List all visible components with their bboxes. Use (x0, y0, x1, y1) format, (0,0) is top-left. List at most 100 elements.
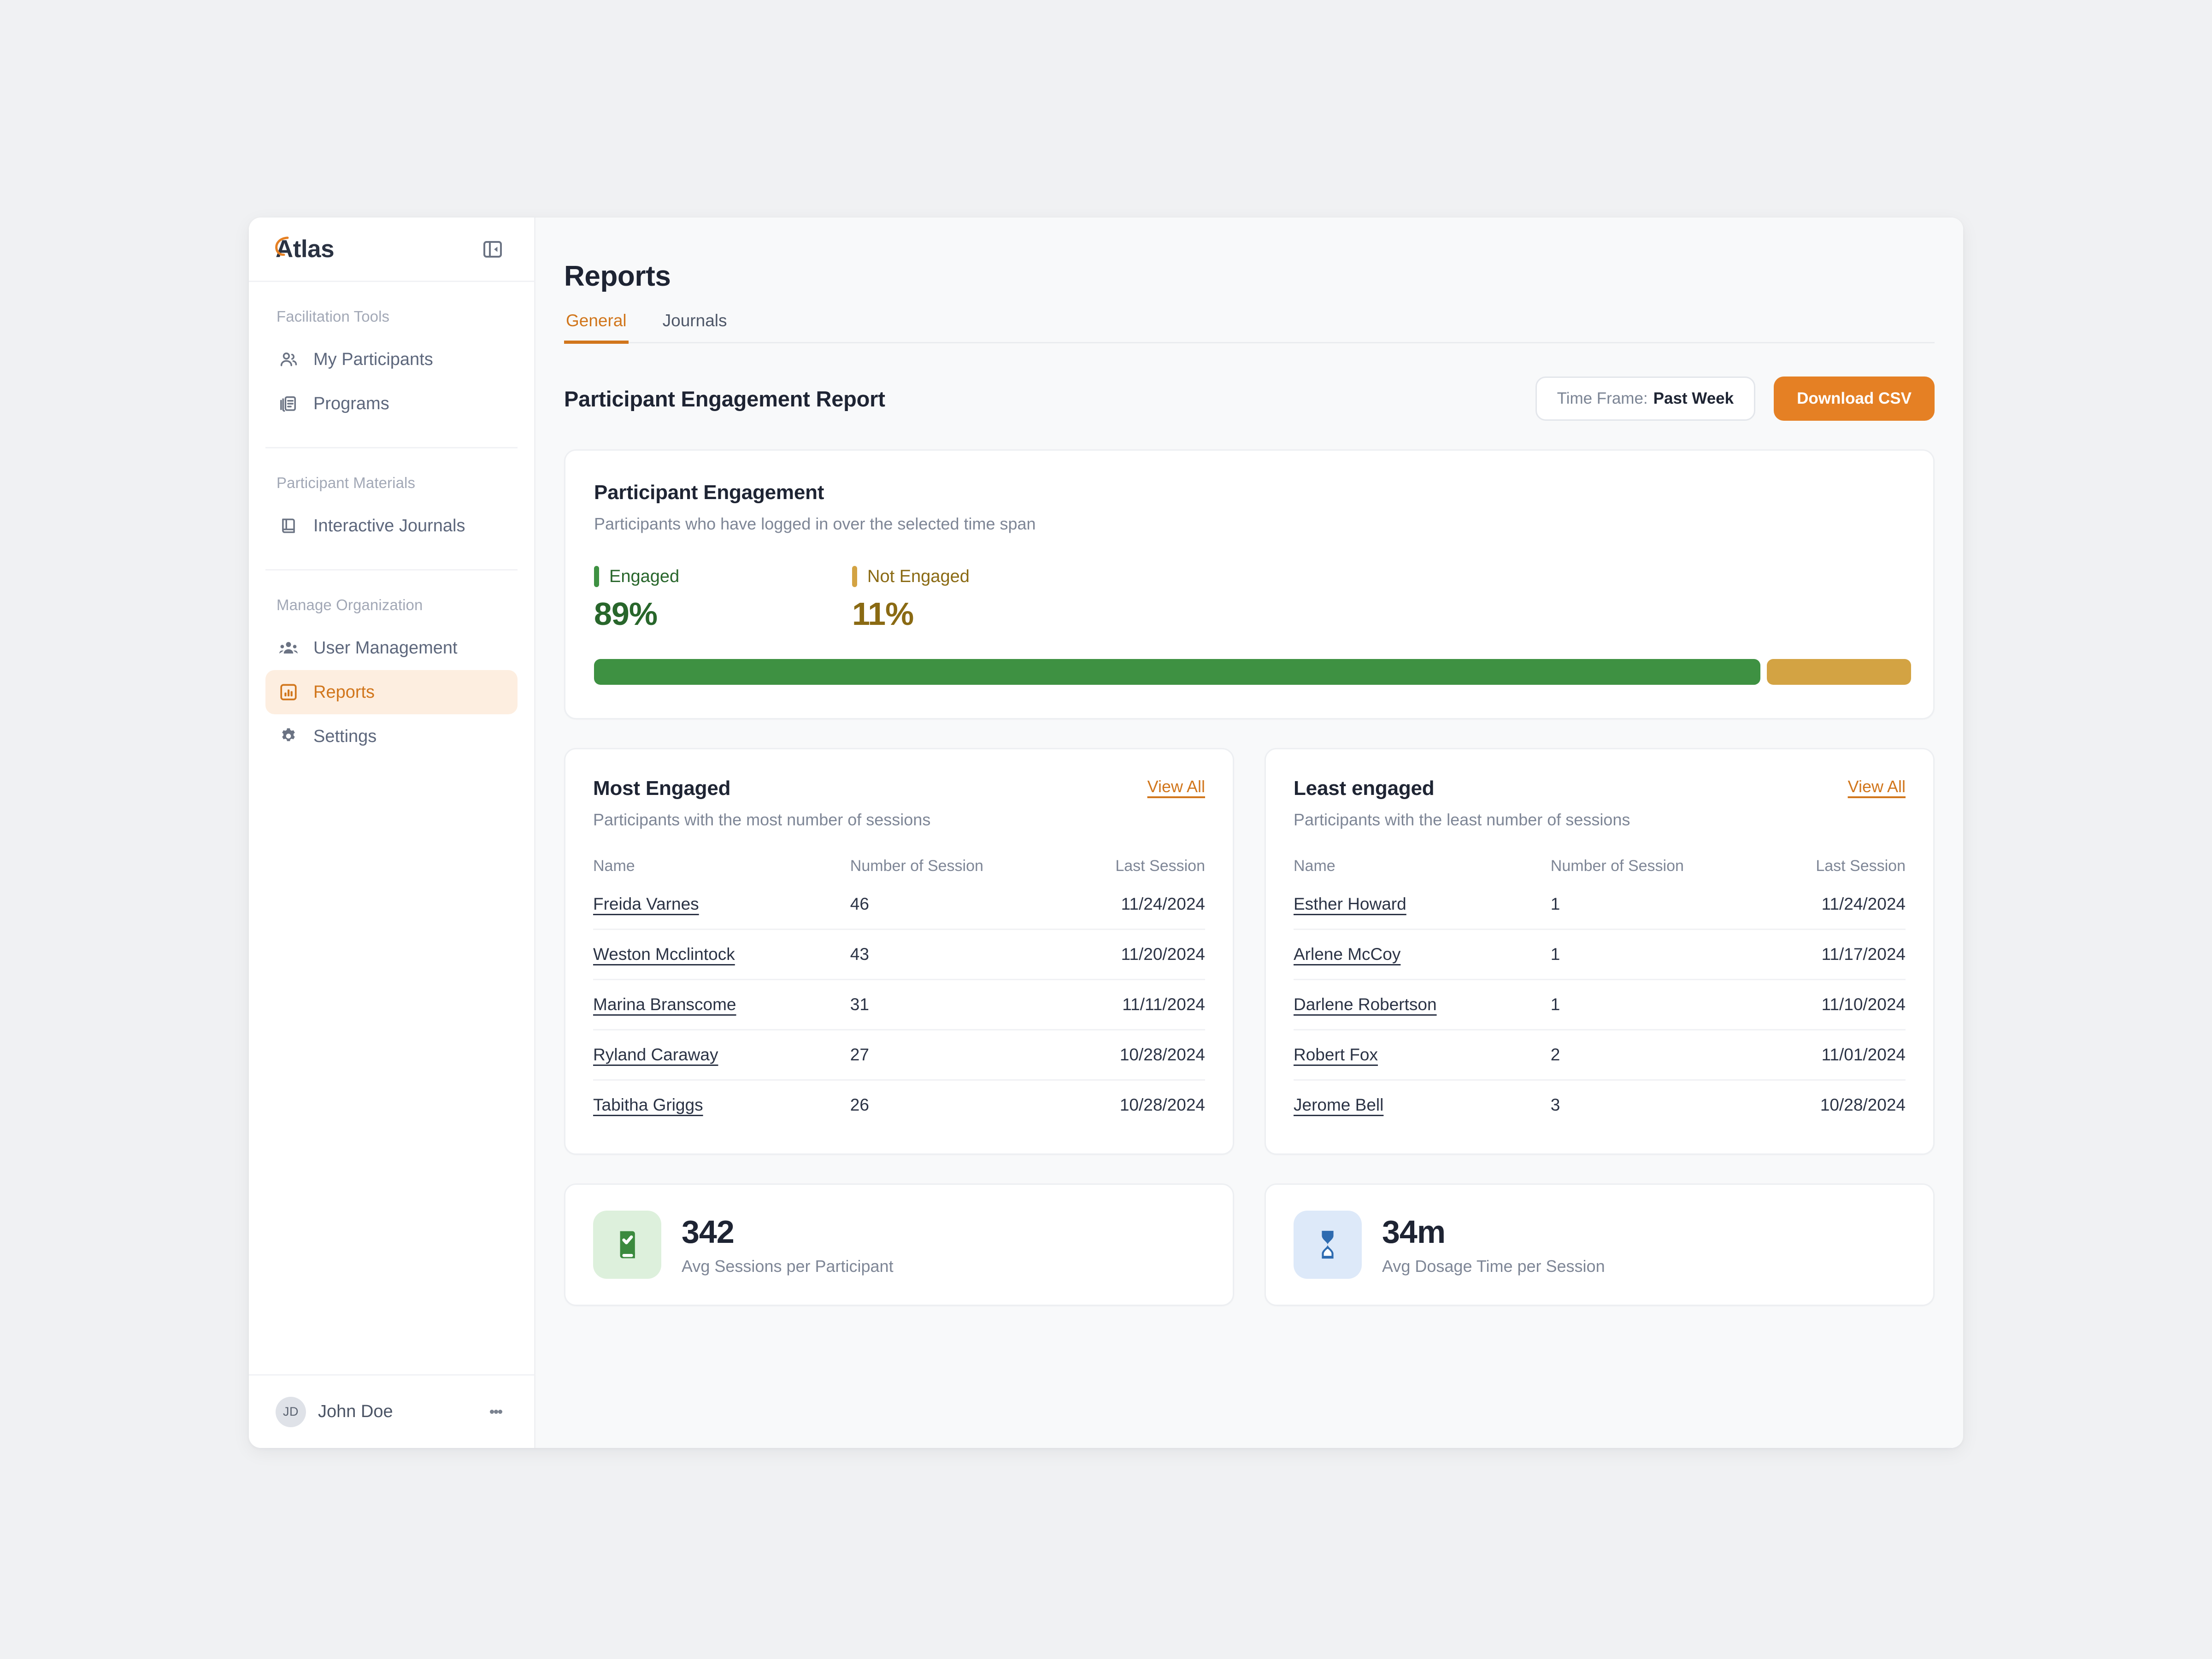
engagement-lists: Most Engaged Participants with the most … (564, 748, 1935, 1155)
sidebar-item-user-management[interactable]: User Management (265, 626, 518, 670)
cell-sessions: 43 (850, 929, 1034, 980)
sidebar-item-interactive-journals[interactable]: Interactive Journals (265, 504, 518, 548)
download-csv-button[interactable]: Download CSV (1774, 377, 1935, 421)
card-subtitle: Participants who have logged in over the… (594, 514, 1036, 533)
table-row: Jerome Bell 3 10/28/2024 (1294, 1079, 1906, 1130)
cell-last-session: 10/28/2024 (1734, 1079, 1906, 1130)
view-all-least-engaged[interactable]: View All (1848, 777, 1906, 796)
column-header-sessions: Number of Session (850, 857, 983, 875)
sidebar-nav: Facilitation Tools My Participants Progr… (249, 282, 534, 1374)
nav-section-participant-materials: Participant Materials Interactive Journa… (265, 447, 518, 548)
column-header-last-session: Last Session (1115, 857, 1205, 875)
sidebar-item-programs[interactable]: Programs (265, 382, 518, 426)
sidebar-item-label: Reports (313, 682, 375, 702)
documents-icon (277, 393, 300, 415)
engagement-progress-bar (594, 659, 1911, 685)
tab-journals[interactable]: Journals (661, 311, 729, 342)
sidebar-item-label: My Participants (313, 349, 433, 369)
legend-engaged: Engaged 89% (594, 566, 852, 632)
sidebar-item-settings[interactable]: Settings (265, 714, 518, 759)
nav-section-label: Facilitation Tools (276, 308, 390, 325)
table-row: Marina Branscome 31 11/11/2024 (593, 979, 1205, 1030)
table-row: Freida Varnes 46 11/24/2024 (593, 894, 1205, 930)
sidebar-item-label: Interactive Journals (313, 516, 465, 535)
card-title: Participant Engagement (594, 481, 824, 504)
brand-logo[interactable]: Atlas (275, 235, 335, 263)
cell-last-session: 11/17/2024 (1734, 929, 1906, 980)
progress-segment-not-engaged (1767, 659, 1911, 685)
card-subtitle: Participants with the least number of se… (1294, 810, 1630, 829)
participant-link[interactable]: Jerome Bell (1294, 1095, 1383, 1114)
time-frame-value: Past Week (1653, 389, 1734, 407)
cell-sessions: 26 (850, 1079, 1034, 1130)
kebab-menu-icon[interactable] (484, 1400, 507, 1424)
cell-last-session: 11/20/2024 (1034, 929, 1205, 980)
least-engaged-card: Least engaged Participants with the leas… (1265, 748, 1935, 1155)
bar-chart-icon (277, 681, 300, 703)
participant-link[interactable]: Darlene Robertson (1294, 995, 1437, 1014)
gear-icon (277, 725, 300, 747)
table-row: Weston Mcclintock 43 11/20/2024 (593, 929, 1205, 980)
cell-last-session: 11/10/2024 (1734, 979, 1906, 1030)
report-toolbar: Participant Engagement Report Time Frame… (564, 377, 1935, 421)
cell-sessions: 1 (1550, 979, 1735, 1030)
participant-link[interactable]: Freida Varnes (593, 894, 699, 913)
avg-sessions-card: 342 Avg Sessions per Participant (564, 1183, 1234, 1306)
main-content: Reports General Journals Participant Eng… (535, 218, 1963, 1448)
nav-section-manage-organization: Manage Organization User Management Repo… (265, 569, 518, 759)
engagement-legend: Engaged 89% Not Engaged 11% (594, 566, 1905, 632)
card-title: Most Engaged (593, 777, 731, 800)
column-header-last-session: Last Session (1816, 857, 1906, 875)
nav-section-facilitation-tools: Facilitation Tools My Participants Progr… (265, 282, 518, 426)
sidebar-item-reports[interactable]: Reports (265, 670, 518, 714)
table-row: Robert Fox 2 11/01/2024 (1294, 1029, 1906, 1080)
report-title: Participant Engagement Report (564, 386, 885, 411)
panel-collapse-icon[interactable] (480, 236, 506, 262)
participant-link[interactable]: Weston Mcclintock (593, 945, 735, 964)
time-frame-select[interactable]: Time Frame: Past Week (1535, 377, 1756, 421)
participant-link[interactable]: Robert Fox (1294, 1045, 1378, 1064)
tab-general[interactable]: General (564, 311, 629, 344)
participant-link[interactable]: Ryland Caraway (593, 1045, 718, 1064)
stat-label: Avg Dosage Time per Session (1382, 1257, 1605, 1276)
cell-last-session: 11/11/2024 (1034, 979, 1205, 1030)
stat-label: Avg Sessions per Participant (682, 1257, 894, 1276)
participant-link[interactable]: Esther Howard (1294, 894, 1406, 913)
legend-not-engaged: Not Engaged 11% (852, 566, 970, 632)
table-row: Esther Howard 1 11/24/2024 (1294, 894, 1906, 930)
users-icon (277, 348, 300, 371)
table-row: Arlene McCoy 1 11/17/2024 (1294, 929, 1906, 980)
cell-last-session: 10/28/2024 (1034, 1079, 1205, 1130)
user-group-icon (277, 637, 300, 659)
card-title: Least engaged (1294, 777, 1435, 800)
nav-section-label: Participant Materials (276, 474, 416, 491)
participant-link[interactable]: Arlene McCoy (1294, 945, 1400, 964)
cell-sessions: 2 (1550, 1029, 1735, 1080)
sidebar: Atlas Facilitation Tools My Participants… (249, 218, 535, 1448)
cell-sessions: 46 (850, 894, 869, 913)
book-icon (277, 515, 300, 537)
cell-last-session: 11/24/2024 (1121, 894, 1205, 913)
most-engaged-table: Name Number of Session Last Session Frei… (593, 857, 1205, 1130)
engaged-percent: 89% (594, 596, 658, 632)
participant-link[interactable]: Tabitha Griggs (593, 1095, 703, 1114)
cell-sessions: 1 (1550, 929, 1735, 980)
participant-link[interactable]: Marina Branscome (593, 995, 736, 1014)
nav-section-label: Manage Organization (276, 596, 423, 613)
sidebar-user-footer[interactable]: JD John Doe (249, 1374, 534, 1448)
cell-sessions: 27 (850, 1029, 1034, 1080)
stat-value: 342 (682, 1214, 735, 1250)
user-name: John Doe (318, 1402, 393, 1421)
hourglass-icon (1294, 1211, 1362, 1279)
view-all-most-engaged[interactable]: View All (1147, 777, 1205, 796)
tab-bar: General Journals (564, 311, 1935, 344)
sidebar-item-my-participants[interactable]: My Participants (265, 337, 518, 382)
cell-last-session: 11/01/2024 (1734, 1029, 1906, 1080)
table-row: Darlene Robertson 1 11/10/2024 (1294, 979, 1906, 1030)
legend-swatch-icon (594, 566, 599, 587)
summary-stats: 342 Avg Sessions per Participant 34m Avg… (564, 1183, 1935, 1306)
app-window: Atlas Facilitation Tools My Participants… (249, 218, 1963, 1448)
least-engaged-table: Name Number of Session Last Session Esth… (1294, 857, 1906, 1130)
legend-label: Engaged (609, 566, 680, 586)
report-actions: Time Frame: Past Week Download CSV (1535, 377, 1935, 421)
